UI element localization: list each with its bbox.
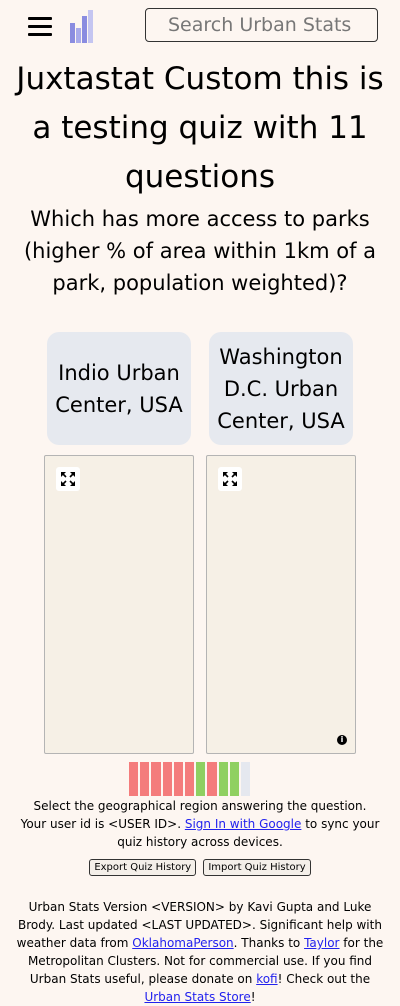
progress-cell-wrong [129,762,141,796]
header [0,0,400,54]
progress-cell-wrong [207,762,219,796]
user-id-line: Your user id is <USER ID>. Sign In with … [10,815,390,851]
taylor-link[interactable]: Taylor [304,936,339,950]
choice-b-label: Washington D.C. Urban Center, USA [217,344,345,433]
expand-arrows-icon[interactable] [218,467,242,491]
urban-stats-logo[interactable] [69,9,95,43]
expand-arrows-icon[interactable] [56,467,80,491]
footer-last-updated: <LAST UPDATED> [141,918,252,932]
choice-button-b[interactable]: Washington D.C. Urban Center, USA [209,332,353,445]
progress-cell-wrong [184,762,197,796]
quiz-progress-bar [129,762,253,796]
status-text: Select the geographical region answering… [10,797,390,851]
choice-a-label: Indio Urban Center, USA [55,360,183,417]
progress-cell-correct [229,762,241,796]
export-quiz-history-button[interactable]: Export Quiz History [89,859,197,876]
instruction-text: Select the geographical region answering… [33,799,367,813]
progress-cell-wrong [140,762,152,796]
user-id-suffix: . [177,817,185,831]
user-id-value: <USER ID> [108,817,178,831]
history-buttons: Export Quiz History Import Quiz History [0,855,400,876]
progress-cell-wrong [173,762,185,796]
sign-in-google-link[interactable]: Sign In with Google [185,817,302,831]
footer-text: . Thanks to [233,936,305,950]
user-id-prefix: Your user id is [20,817,109,831]
progress-cell-wrong [151,762,163,796]
footer-text: ! Check out the [277,972,371,986]
progress-cell-pending [240,762,253,796]
import-quiz-history-button[interactable]: Import Quiz History [203,859,311,876]
footer-text: Urban Stats Version [28,900,152,914]
quiz-question: Which has more access to parks (higher %… [23,207,377,295]
kofi-link[interactable]: kofi [256,972,277,986]
progress-cell-correct [196,762,208,796]
urban-stats-store-link[interactable]: Urban Stats Store [144,990,250,1004]
progress-cell-wrong [162,762,174,796]
footer-version: <VERSION> [151,900,225,914]
info-icon[interactable]: i [337,735,347,745]
footer-text: ! [250,990,256,1004]
map-b[interactable]: i [206,455,356,754]
map-a[interactable] [44,455,194,754]
quiz-title: Juxtastat Custom this is a testing quiz … [16,61,384,195]
choice-button-a[interactable]: Indio Urban Center, USA [47,332,191,445]
footer: Urban Stats Version <VERSION> by Kavi Gu… [16,898,384,1006]
search-input[interactable] [145,8,378,42]
oklahomaperson-link[interactable]: OklahomaPerson [132,936,233,950]
progress-cell-correct [218,762,230,796]
hamburger-menu-icon[interactable] [28,17,52,37]
